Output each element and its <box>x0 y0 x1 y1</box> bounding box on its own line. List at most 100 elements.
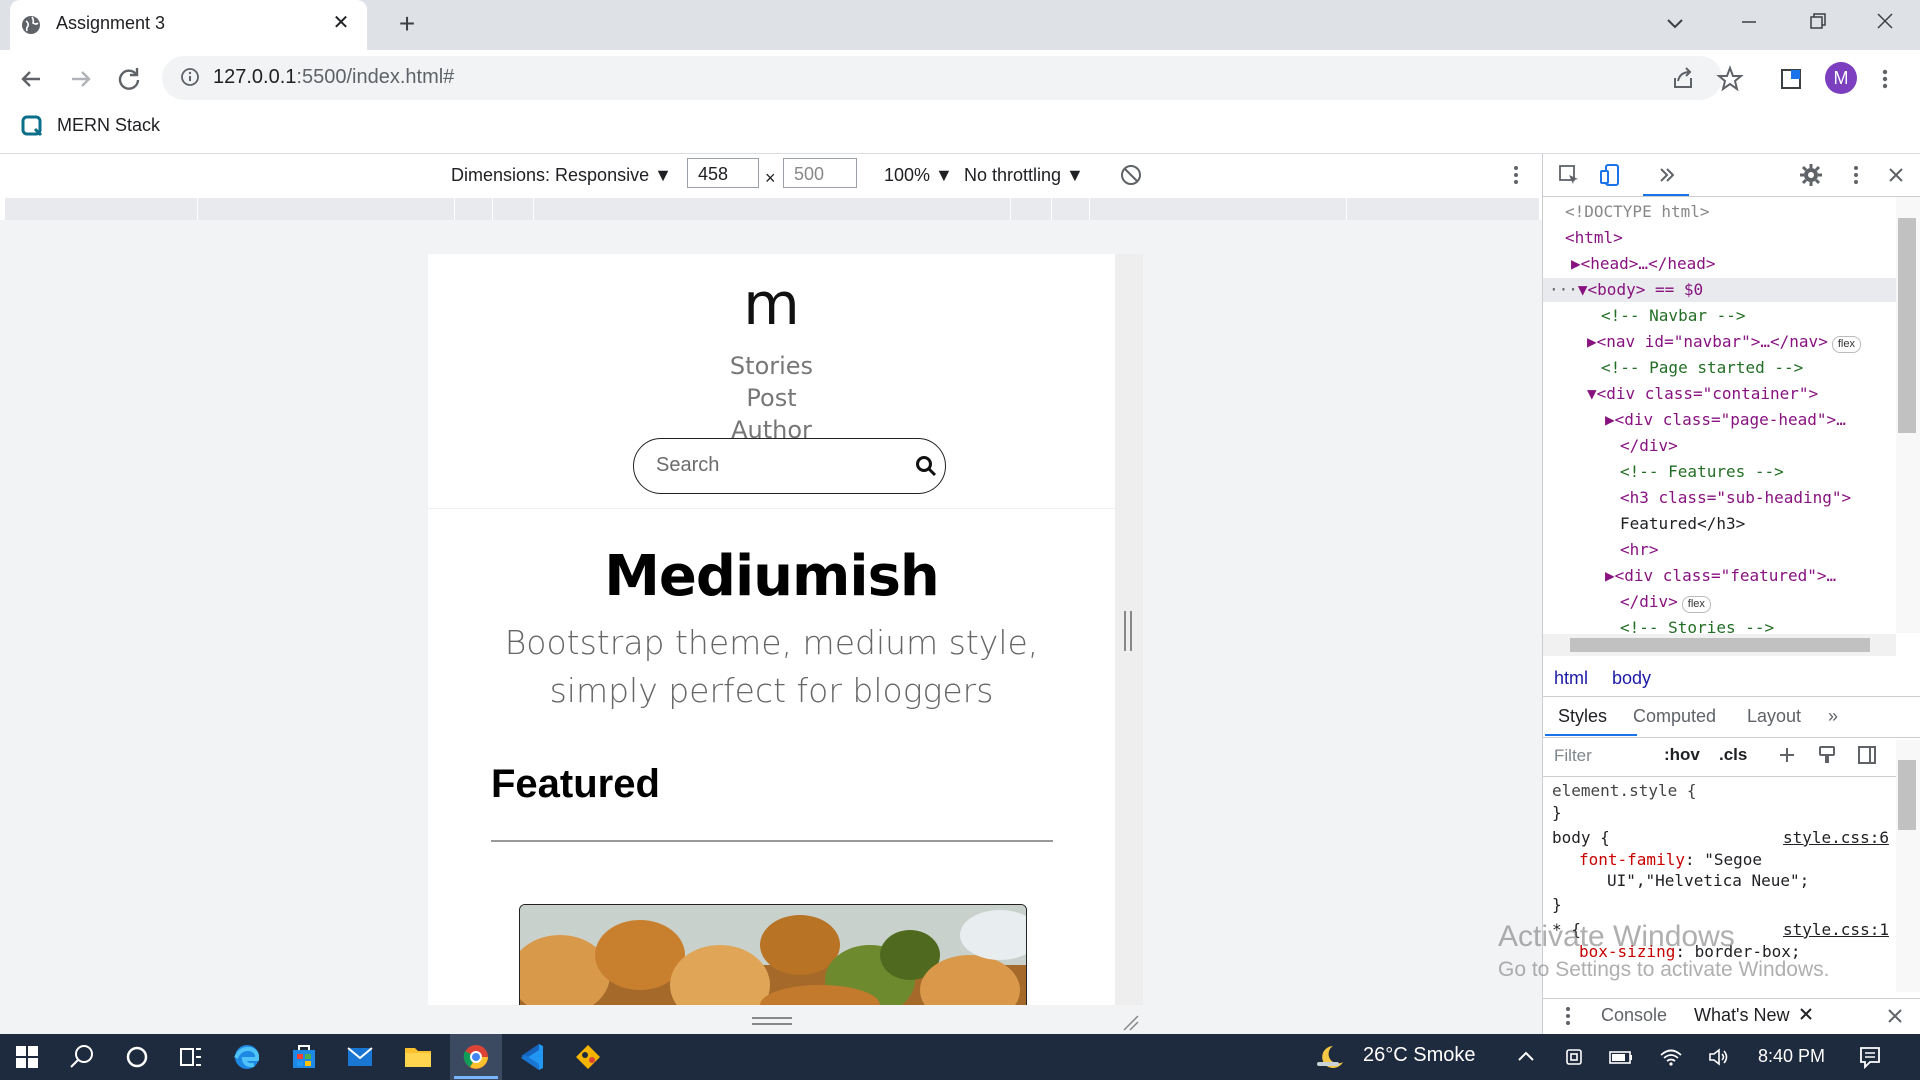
body-selector[interactable]: body { <box>1552 827 1610 849</box>
media-query-segment[interactable] <box>1052 198 1090 220</box>
tree-node[interactable]: <!DOCTYPE html> <box>1565 200 1710 224</box>
elements-tree[interactable]: <!DOCTYPE html> <html> ▶<head>…</head> ·… <box>1543 197 1896 633</box>
weather-text[interactable]: 26°C Smoke <box>1363 1044 1476 1067</box>
breadcrumb-body[interactable]: body <box>1612 668 1651 689</box>
tray-chevron-up-icon[interactable] <box>1514 1045 1538 1069</box>
tree-node[interactable]: <!-- Features --> <box>1620 460 1784 484</box>
back-arrow-icon[interactable] <box>14 62 48 96</box>
profile-avatar[interactable]: M <box>1825 62 1857 94</box>
device-toolbar-more-icon[interactable] <box>1505 162 1527 188</box>
tree-node-selected[interactable]: ···▼<body> == $0 <box>1543 278 1896 302</box>
store-icon[interactable] <box>279 1036 329 1078</box>
elements-scroll-thumb[interactable] <box>1898 218 1916 433</box>
git-tool-icon[interactable] <box>563 1036 613 1078</box>
tab-search-chevron-icon[interactable] <box>1662 12 1688 34</box>
breadcrumb-html[interactable]: html <box>1554 668 1588 689</box>
minimize-icon[interactable] <box>1734 10 1764 34</box>
settings-gear-icon[interactable] <box>1798 162 1824 188</box>
share-icon[interactable] <box>1666 62 1700 96</box>
close-drawer-icon[interactable] <box>1884 1005 1906 1027</box>
paint-brush-icon[interactable] <box>1816 744 1838 766</box>
tree-node[interactable]: ▶<div class="featured">… <box>1605 564 1836 588</box>
media-query-segment[interactable] <box>534 198 1011 220</box>
tree-node[interactable]: ▶<nav id="navbar">…</nav> flex <box>1587 330 1861 354</box>
ellipsis-icon[interactable]: ··· <box>1543 280 1578 299</box>
media-query-segment[interactable] <box>1011 198 1052 220</box>
media-query-segment[interactable] <box>198 198 455 220</box>
tab-layout[interactable]: Layout <box>1747 706 1801 727</box>
resize-width-handle[interactable] <box>1124 611 1132 651</box>
tab-more[interactable]: » <box>1828 706 1838 727</box>
url-text[interactable]: 127.0.0.1:5500/index.html# <box>213 66 454 89</box>
styles-filter-input[interactable]: Filter <box>1554 746 1592 766</box>
media-query-segment[interactable] <box>1090 198 1347 220</box>
tree-node[interactable]: <html> <box>1565 226 1623 250</box>
cls-toggle[interactable]: .cls <box>1719 745 1747 765</box>
tree-node[interactable]: ▼<div class="container"> <box>1587 382 1818 406</box>
tab-styles[interactable]: Styles <box>1558 706 1607 727</box>
close-devtools-icon[interactable] <box>1883 162 1909 188</box>
more-tabs-chevron-icon[interactable] <box>1654 162 1680 188</box>
close-tab-icon[interactable]: ✕ <box>328 10 354 36</box>
clock-time[interactable]: 8:40 PM <box>1758 1046 1825 1067</box>
search-icon[interactable] <box>914 454 938 478</box>
toggle-sidebar-icon[interactable] <box>1856 744 1878 766</box>
windows-start-icon[interactable] <box>2 1036 52 1078</box>
notifications-icon[interactable] <box>1856 1043 1884 1071</box>
battery-icon[interactable] <box>1608 1045 1634 1069</box>
drawer-tab-whats-new[interactable]: What's New <box>1694 1005 1789 1026</box>
bookmark-star-icon[interactable] <box>1713 62 1747 96</box>
vscode-icon[interactable] <box>507 1036 557 1078</box>
devtools-more-icon[interactable] <box>1843 162 1869 188</box>
drawer-menu-icon[interactable] <box>1558 1003 1578 1029</box>
tree-node[interactable]: ▶<head>…</head> <box>1571 252 1716 276</box>
cortana-icon[interactable] <box>112 1036 162 1078</box>
tree-node[interactable]: </div> flex <box>1620 590 1711 614</box>
height-input[interactable]: 500 <box>783 158 857 188</box>
zoom-dropdown[interactable]: 100% ▼ <box>884 165 953 186</box>
tree-node[interactable]: <!-- Stories --> <box>1620 616 1774 633</box>
edge-browser-icon[interactable] <box>222 1036 272 1078</box>
width-input[interactable]: 458 <box>687 158 759 188</box>
inspect-element-icon[interactable] <box>1556 162 1582 188</box>
volume-icon[interactable] <box>1706 1045 1732 1069</box>
body-font-family-decl[interactable]: font-family: "Segoe <box>1579 849 1762 871</box>
site-logo[interactable]: m <box>428 274 1115 334</box>
hov-toggle[interactable]: :hov <box>1664 745 1700 765</box>
tree-node[interactable]: <!-- Navbar --> <box>1601 304 1746 328</box>
body-source-link[interactable]: style.css:6 <box>1783 827 1889 849</box>
tree-node[interactable]: <hr> <box>1620 538 1659 562</box>
chrome-menu-icon[interactable] <box>1870 62 1900 96</box>
star-source-link[interactable]: style.css:1 <box>1783 919 1889 941</box>
tab-computed[interactable]: Computed <box>1633 706 1716 727</box>
search-taskbar-icon[interactable] <box>57 1036 107 1078</box>
task-view-icon[interactable] <box>166 1036 216 1078</box>
media-query-segment[interactable] <box>493 198 534 220</box>
nav-link-stories[interactable]: Stories <box>428 352 1115 380</box>
flex-badge[interactable]: flex <box>1831 336 1861 353</box>
tree-node[interactable]: </div> <box>1620 434 1678 458</box>
resize-height-handle[interactable] <box>752 1017 792 1025</box>
resize-corner-handle[interactable] <box>1120 1012 1140 1032</box>
file-explorer-icon[interactable] <box>393 1036 443 1078</box>
add-rule-icon[interactable] <box>1776 744 1798 766</box>
meet-now-icon[interactable] <box>1562 1045 1586 1069</box>
restore-icon[interactable] <box>1802 10 1832 34</box>
media-query-segment[interactable] <box>455 198 493 220</box>
tree-node[interactable]: <!-- Page started --> <box>1601 356 1803 380</box>
elements-hscroll-thumb[interactable] <box>1570 638 1870 652</box>
nav-link-post[interactable]: Post <box>428 384 1115 412</box>
wifi-icon[interactable] <box>1658 1045 1684 1069</box>
new-tab-button[interactable]: + <box>392 10 422 40</box>
side-panel-icon[interactable] <box>1774 62 1808 96</box>
element-style-selector[interactable]: element.style { <box>1552 780 1697 802</box>
mail-icon[interactable] <box>335 1036 385 1078</box>
throttling-dropdown[interactable]: No throttling ▼ <box>964 165 1084 186</box>
window-close-icon[interactable] <box>1870 10 1900 34</box>
tree-node[interactable]: <h3 class="sub-heading"> <box>1620 486 1851 510</box>
featured-card[interactable] <box>519 904 1027 1005</box>
media-query-segment[interactable] <box>5 198 198 220</box>
dimensions-dropdown[interactable]: Dimensions: Responsive ▼ <box>451 165 672 186</box>
chrome-icon[interactable] <box>451 1036 501 1078</box>
site-info-icon[interactable] <box>180 67 200 87</box>
